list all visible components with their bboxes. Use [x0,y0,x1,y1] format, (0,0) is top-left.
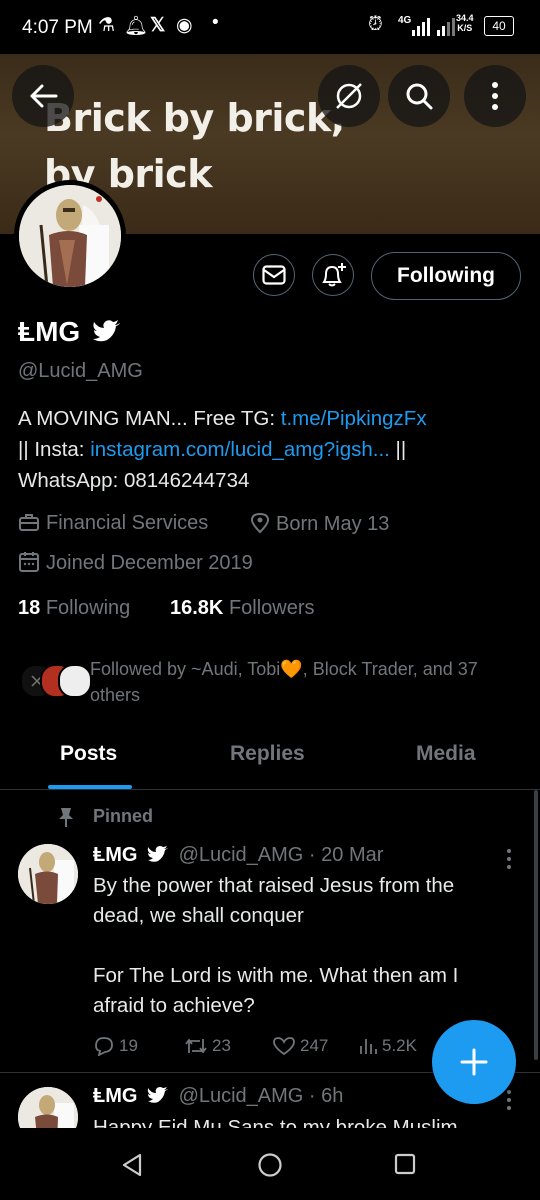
tweet-more-icon[interactable] [505,848,513,870]
search-icon [406,83,433,110]
twitter-bird-icon [147,846,168,862]
status-bar: 4:07 PM ⚗ 🔔︎ 𝕏 ◉ • ⏰︎ 4G 34.4 K/S 40 [0,0,540,54]
tweet-author-handle: @Lucid_AMG [178,1085,304,1107]
grok-icon [336,83,362,109]
reply-icon [95,1037,113,1056]
tweet-author-name: ⱠMG [93,1085,138,1107]
tweet-time: · 20 Mar [308,844,384,866]
heart-icon [273,1037,295,1056]
tweet-header: ⱠMG @Lucid_AMG · 6h [93,1085,343,1108]
arrow-left-icon [30,84,58,108]
reply-action[interactable]: 19 [93,1036,138,1056]
tweet-avatar[interactable] [18,1087,78,1128]
profile-bio: A MOVING MAN... Free TG: t.me/PipkingzFx… [18,403,518,496]
following-count: 18 [18,597,41,619]
tweet-more-icon[interactable] [505,1089,513,1111]
net-speed: 34.4 K/S [456,13,474,33]
profile-category: Financial Services [18,512,208,535]
tab-replies[interactable]: Replies [230,742,305,766]
profile-joined: Joined December 2019 [18,551,253,575]
x-app-icon: 𝕏 [150,15,166,36]
views-action[interactable]: 5.2K [358,1036,417,1056]
repost-action[interactable]: 23 [184,1036,231,1056]
lab-flask-icon: ⚗ [98,15,116,36]
profile-avatar[interactable] [14,180,126,292]
tab-posts[interactable]: Posts [60,742,117,766]
message-button[interactable] [253,254,295,296]
telegram-link[interactable]: t.me/PipkingzFx [281,407,427,430]
tweet-time: · 6h [308,1085,344,1107]
avatar-image [19,185,121,287]
followed-by-text[interactable]: Followed by ~Audi, Tobi🧡, Block Trader, … [90,656,530,708]
followers-you-know-avatars[interactable] [20,660,92,700]
tab-media[interactable]: Media [416,742,476,766]
bio-text: WhatsApp: 08146244734 [18,469,250,492]
more-options-button[interactable] [464,65,526,127]
notification-bell-icon: 🔔︎ [124,16,149,37]
alarm-icon: ⏰︎ [368,14,383,35]
briefcase-icon [19,514,39,531]
followers-stat[interactable]: 16.8K Followers [170,597,315,620]
followers-label: Followers [228,597,315,619]
grok-button[interactable] [318,65,380,127]
repost-icon [185,1038,207,1054]
calendar-icon [19,552,39,572]
home-circle-icon[interactable] [257,1152,283,1178]
battery-indicator: 40 [484,16,514,36]
bio-text: || [389,438,407,461]
following-button[interactable]: Following [371,252,521,300]
network-type: 4G [398,15,412,26]
system-nav-bar [0,1128,540,1200]
tweet-text: By the power that raised Jesus from the … [93,874,459,1017]
following-label: Following [45,597,131,619]
plus-icon [460,1048,488,1076]
profile-handle: @Lucid_AMG [18,360,143,382]
tweet-author-handle: @Lucid_AMG [178,844,304,866]
notifications-button[interactable] [312,254,354,296]
followers-count: 16.8K [170,597,224,619]
tweet-avatar[interactable] [18,844,78,904]
pinned-label: Pinned [93,806,154,826]
follower-avatar [58,664,92,698]
search-button[interactable] [388,65,450,127]
views-icon [360,1039,377,1054]
following-stat[interactable]: 18 Following [18,597,130,620]
back-triangle-icon[interactable] [120,1152,144,1178]
status-time: 4:07 PM [22,17,93,38]
tweet-header: ⱠMG @Lucid_AMG · 20 Mar [93,844,383,867]
app-shield-icon: ◉ [176,15,193,36]
signal-icon [412,18,458,42]
display-name: ⱠMG [18,316,81,347]
banner-text-line1: Brick by brick, [44,96,345,140]
envelope-icon [262,265,286,285]
bio-text: || Insta: [18,438,91,461]
profile-name: ⱠMG [18,316,122,348]
bell-plus-icon [322,263,346,287]
tweet-author-name: ⱠMG [93,844,138,866]
pin-icon [59,808,73,827]
profile-birthday: Born May 13 [250,512,389,536]
compose-button[interactable] [432,1020,516,1104]
twitter-bird-icon [93,320,120,342]
instagram-link[interactable]: instagram.com/lucid_amg?igsh... [90,438,390,461]
back-button[interactable] [12,65,74,127]
bio-text: A MOVING MAN... Free TG: [18,407,281,430]
like-action[interactable]: 247 [272,1036,328,1056]
dot-icon: • [212,12,219,33]
twitter-bird-icon [147,1087,168,1103]
recents-square-icon[interactable] [393,1152,417,1176]
tweet-text: Happy Eid Mu Sans to my broke Muslim [93,1116,458,1128]
location-pin-icon [250,512,270,534]
vertical-dots-icon [492,82,498,110]
